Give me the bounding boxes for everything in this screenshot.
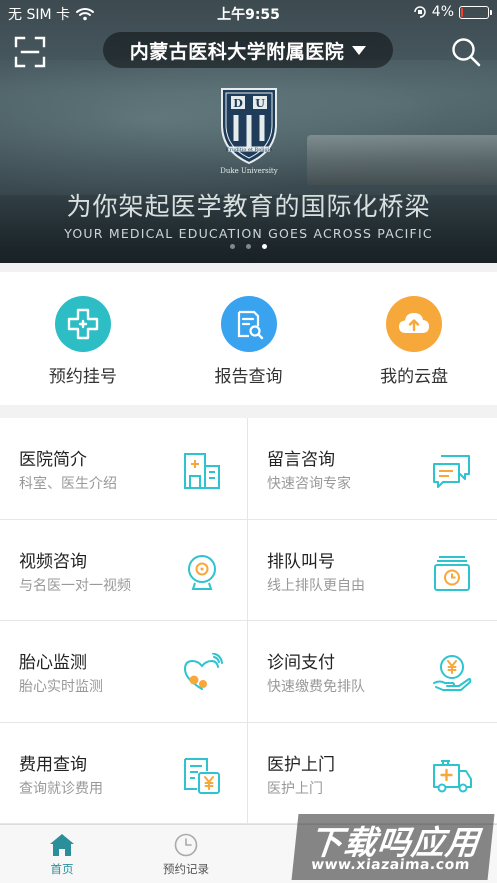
service-subtitle: 快速咨询专家 xyxy=(267,476,351,492)
quick-item-cloud[interactable]: 我的云盘 xyxy=(331,272,497,405)
banner-slogan-cn: 为你架起医学教育的国际化桥梁 xyxy=(66,192,431,221)
service-clinic-payment[interactable]: 诊间支付 快速缴费免排队 xyxy=(248,621,497,723)
service-subtitle: 线上排队更自由 xyxy=(267,577,365,594)
service-subtitle: 科室、医生介绍 xyxy=(19,476,117,492)
crest-motto: Eruditio et Religio xyxy=(226,147,273,153)
crest-letter-right: U xyxy=(255,97,265,110)
battery-percent: 4% xyxy=(431,4,454,20)
service-fetal-heart[interactable]: 胎心监测 胎心实时监测 xyxy=(0,621,248,723)
hand-coin-icon xyxy=(433,655,472,691)
service-grid: 医院简介 科室、医生介绍 留言咨询 快速咨询专家 视频咨询 与名医一对一视频 排… xyxy=(0,418,497,824)
service-subtitle: 查询就诊费用 xyxy=(19,780,103,797)
service-title: 留言咨询 xyxy=(267,450,335,470)
service-subtitle: 快速缴费免排队 xyxy=(267,679,365,695)
quick-services: 预约挂号 报告查询 我的云盘 xyxy=(0,272,497,405)
plus-cross-icon xyxy=(54,296,111,352)
quick-item-label: 预约挂号 xyxy=(48,367,117,387)
service-title: 医护上门 xyxy=(267,754,335,775)
service-title: 医院简介 xyxy=(19,450,87,470)
heart-signal-icon xyxy=(183,653,223,690)
status-bar: 无 SIM 卡 上午9:55 4% xyxy=(0,0,497,26)
service-title: 视频咨询 xyxy=(19,551,87,572)
banner-books-decoration xyxy=(307,135,497,185)
queue-clock-icon xyxy=(434,555,470,591)
service-title: 诊间支付 xyxy=(267,653,335,673)
quick-item-label: 我的云盘 xyxy=(380,367,449,387)
service-hospital-intro[interactable]: 医院简介 科室、医生介绍 xyxy=(0,418,248,520)
scan-icon[interactable] xyxy=(14,36,46,68)
chat-bubbles-icon xyxy=(433,455,470,488)
watermark-url: www.xiazaima.com xyxy=(310,857,471,873)
webcam-icon xyxy=(188,554,216,590)
service-queue-number[interactable]: 排队叫号 线上排队更自由 xyxy=(248,520,497,621)
carousel-dot[interactable] xyxy=(230,244,235,249)
service-subtitle: 医护上门 xyxy=(267,780,323,797)
service-title: 费用查询 xyxy=(19,754,87,775)
download-site-watermark: 下载吗应用 www.xiazaima.com xyxy=(291,814,495,880)
cloud-upload-icon xyxy=(386,296,443,352)
service-title: 胎心监测 xyxy=(19,653,87,673)
service-fee-query[interactable]: 费用查询 查询就诊费用 xyxy=(0,722,248,824)
service-title: 排队叫号 xyxy=(267,551,335,572)
crest-caption: Duke University xyxy=(220,167,278,175)
search-icon[interactable] xyxy=(451,37,481,67)
hospital-selector[interactable]: 内蒙古医科大学附属医院 xyxy=(103,32,393,68)
service-message-consult[interactable]: 留言咨询 快速咨询专家 xyxy=(248,418,497,520)
quick-item-appointment[interactable]: 预约挂号 xyxy=(0,272,166,405)
bill-icon xyxy=(184,757,220,794)
tab-appointment-records[interactable]: 预约记录 xyxy=(124,825,248,883)
service-subtitle: 胎心实时监测 xyxy=(19,679,103,695)
clock-icon xyxy=(174,833,198,857)
battery-level xyxy=(461,7,463,17)
home-icon xyxy=(50,834,74,856)
service-home-care[interactable]: 医护上门 医护上门 xyxy=(248,723,497,824)
service-video-consult[interactable]: 视频咨询 与名医一对一视频 xyxy=(0,519,248,621)
hospital-name: 内蒙古医科大学附属医院 xyxy=(129,40,345,63)
chevron-down-icon xyxy=(352,45,367,55)
orientation-lock-icon xyxy=(414,6,426,18)
quick-item-label: 报告查询 xyxy=(214,367,283,387)
building-icon xyxy=(184,453,220,489)
tab-label: 首页 xyxy=(50,862,74,876)
hero-banner[interactable]: 无 SIM 卡 上午9:55 4% 内蒙古医科大学附属医院 D U Erudit… xyxy=(0,0,497,263)
crest-letter-left: D xyxy=(233,97,243,110)
carousel-dot-active[interactable] xyxy=(262,244,267,249)
battery-icon xyxy=(459,5,492,19)
tab-label: 预约记录 xyxy=(163,862,209,876)
carousel-dot[interactable] xyxy=(246,244,251,249)
tab-home[interactable]: 首页 xyxy=(0,825,124,883)
banner-slogan-en: YOUR MEDICAL EDUCATION GOES ACROSS PACIF… xyxy=(64,226,433,241)
service-subtitle: 与名医一对一视频 xyxy=(19,577,131,594)
ambulance-icon xyxy=(433,759,472,792)
report-search-icon xyxy=(220,296,277,352)
duke-crest-logo: D U Eruditio et Religio xyxy=(221,88,277,165)
carousel-indicator[interactable] xyxy=(0,244,497,249)
quick-item-report[interactable]: 报告查询 xyxy=(166,272,332,405)
